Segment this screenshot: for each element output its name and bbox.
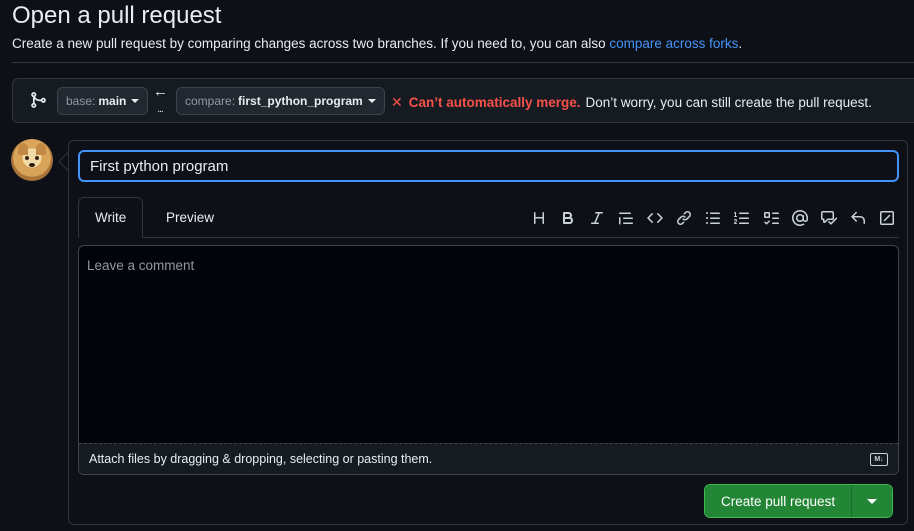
subtitle-text: Create a new pull request by comparing c… [12,36,606,51]
quote-icon[interactable] [613,207,638,229]
ordered-list-icon[interactable] [729,207,754,229]
merge-status: ✕ Can’t automatically merge. Don’t worry, … [391,94,872,111]
compare-branches-icon [31,92,46,108]
chevron-down-icon [867,498,878,504]
reply-icon[interactable] [845,207,870,229]
merge-status-error: Can’t automatically merge. [408,95,581,110]
code-icon[interactable] [642,207,667,229]
fullscreen-icon[interactable] [874,207,899,229]
tab-write[interactable]: Write [78,197,144,238]
markdown-icon[interactable]: M↓ [870,453,888,466]
compare-across-forks-link[interactable]: compare across forks [609,36,738,51]
chevron-down-icon [367,99,376,103]
unordered-list-icon[interactable] [700,207,725,229]
merge-status-note: Don’t worry, you can still create the pu… [585,95,872,110]
editor-tabs: Write Preview [78,197,899,238]
left-arrow-icon: ←... [153,83,168,115]
compare-label: compare: [185,94,236,108]
page-subtitle: Create a new pull request by comparing c… [12,36,742,51]
compare-branch-select[interactable]: compare: first_python_program [176,87,385,115]
comment-editor: Attach files by dragging & dropping, sel… [78,245,899,475]
base-branch-select[interactable]: base: main [57,87,149,115]
compare-branch-value: first_python_program [238,94,363,108]
chevron-down-icon [131,99,140,103]
markdown-toolbar [526,207,899,229]
pr-title-input[interactable] [78,150,899,182]
create-pull-request-button-group: Create pull request [704,484,894,518]
bold-icon[interactable] [555,207,580,229]
italic-icon[interactable] [584,207,609,229]
link-icon[interactable] [671,207,696,229]
cross-reference-icon[interactable] [816,207,841,229]
branch-range-bar: base: main ←... compare: first_python_pr… [12,78,914,123]
task-list-icon[interactable] [758,207,783,229]
subtitle-end: . [738,36,743,51]
create-options-dropdown[interactable] [852,485,893,517]
x-icon: ✕ [391,94,403,110]
page-title: Open a pull request [12,2,222,29]
mention-icon[interactable] [787,207,812,229]
avatar[interactable] [11,139,53,181]
header-divider [12,62,914,63]
base-branch-value: main [98,94,127,108]
base-label: base: [66,94,96,108]
heading-icon[interactable] [526,207,551,229]
create-pull-request-button[interactable]: Create pull request [705,485,853,517]
file-attachment-bar[interactable]: Attach files by dragging & dropping, sel… [79,443,898,474]
attach-files-text: Attach files by dragging & dropping, sel… [89,452,433,466]
comment-textarea[interactable] [79,246,898,444]
tab-preview[interactable]: Preview [150,197,230,237]
pull-request-form: Write Preview Attach files by dragging &… [68,140,908,525]
